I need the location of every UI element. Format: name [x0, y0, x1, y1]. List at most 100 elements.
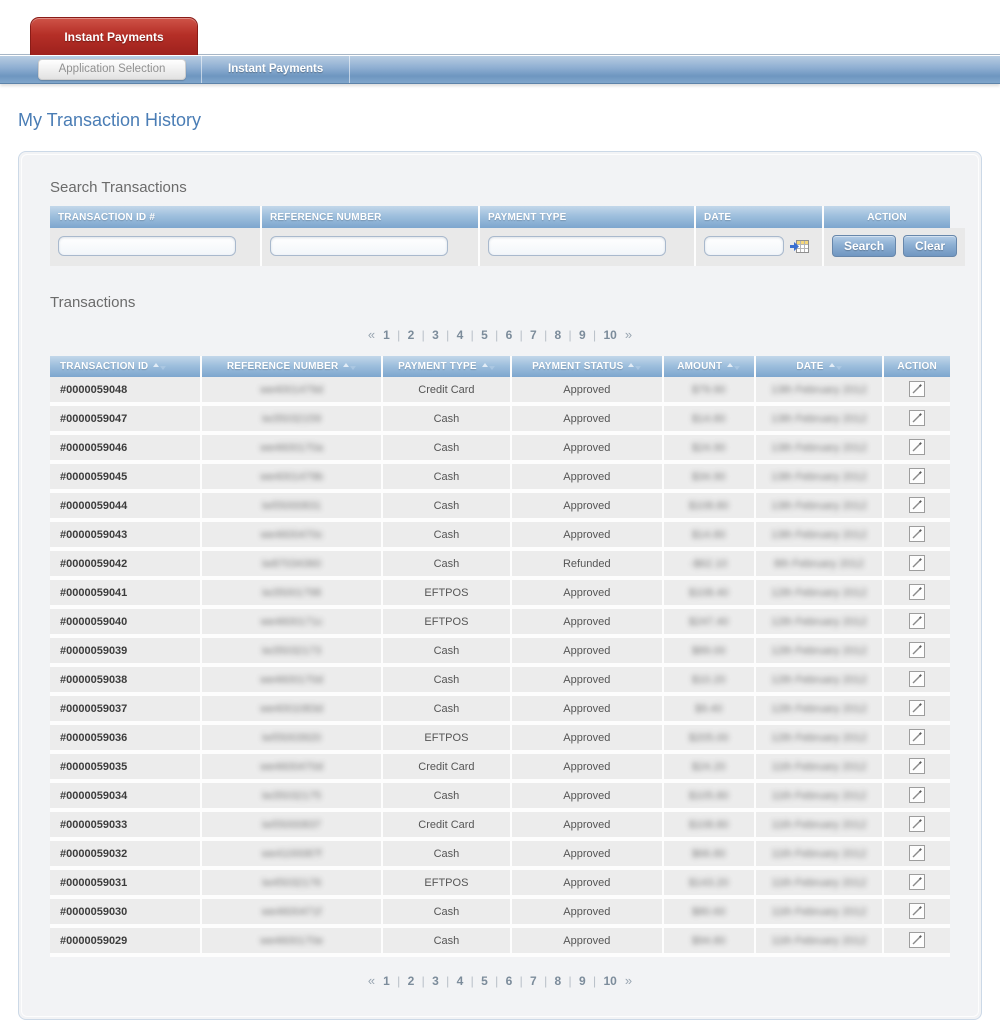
transaction-id-input[interactable] — [58, 236, 236, 256]
page-link-3[interactable]: 3 — [432, 974, 439, 988]
redacted-reference: we4600170e — [260, 935, 323, 947]
edit-transaction-button[interactable] — [909, 758, 925, 774]
cell-reference-number: iw35001798 — [201, 578, 382, 607]
page-link-5[interactable]: 5 — [481, 328, 488, 342]
edit-transaction-button[interactable] — [909, 787, 925, 803]
edit-transaction-button[interactable] — [909, 555, 925, 571]
page-link-2[interactable]: 2 — [408, 974, 415, 988]
page-link-1[interactable]: 1 — [383, 974, 390, 988]
cell-transaction-id: #0000059044 — [50, 491, 201, 520]
edit-transaction-button[interactable] — [909, 381, 925, 397]
cell-payment-status: Approved — [511, 636, 663, 665]
edit-transaction-button[interactable] — [909, 903, 925, 919]
edit-transaction-button[interactable] — [909, 845, 925, 861]
page-link-6[interactable]: 6 — [506, 328, 513, 342]
sort-icon[interactable] — [829, 362, 842, 370]
sort-icon[interactable] — [727, 362, 740, 370]
sort-down-arrow — [836, 366, 842, 370]
app-tab-instant-payments[interactable]: Instant Payments — [30, 17, 198, 55]
cell-transaction-id: #0000059036 — [50, 723, 201, 752]
sort-icon[interactable] — [628, 362, 641, 370]
cell-transaction-id: #0000059045 — [50, 462, 201, 491]
redacted-date: 11th February 2012 — [771, 790, 866, 802]
page-next[interactable]: » — [625, 973, 632, 988]
edit-transaction-button[interactable] — [909, 613, 925, 629]
cell-payment-type: Cash — [382, 839, 511, 868]
page-link-7[interactable]: 7 — [530, 328, 537, 342]
sort-icon[interactable] — [482, 362, 495, 370]
cell-reference-number: iw87034360 — [201, 549, 382, 578]
edit-transaction-button[interactable] — [909, 874, 925, 890]
page-link-10[interactable]: 10 — [604, 974, 617, 988]
cell-action — [883, 723, 950, 752]
page-link-5[interactable]: 5 — [481, 974, 488, 988]
search-button[interactable]: Search — [832, 235, 896, 257]
page-link-7[interactable]: 7 — [530, 974, 537, 988]
edit-transaction-button[interactable] — [909, 526, 925, 542]
edit-transaction-button[interactable] — [909, 468, 925, 484]
page-link-9[interactable]: 9 — [579, 974, 586, 988]
content-panel-inner: Search Transactions TRANSACTION ID # REF… — [21, 154, 979, 1017]
edit-transaction-button[interactable] — [909, 642, 925, 658]
pagination-separator: | — [590, 328, 600, 342]
reference-number-input[interactable] — [270, 236, 448, 256]
page-link-1[interactable]: 1 — [383, 328, 390, 342]
column-header-transaction-id[interactable]: TRANSACTION ID — [50, 356, 201, 377]
column-header-payment-status[interactable]: PAYMENT STATUS — [511, 356, 663, 377]
clear-button[interactable]: Clear — [903, 235, 957, 257]
search-cell-date — [696, 228, 824, 266]
cell-date: 11th February 2012 — [755, 752, 884, 781]
redacted-date: 12th February 2012 — [771, 703, 867, 715]
page-link-10[interactable]: 10 — [604, 328, 617, 342]
pagination-separator: | — [590, 974, 600, 988]
cell-reference-number: we4600171c — [201, 607, 382, 636]
edit-transaction-button[interactable] — [909, 410, 925, 426]
cell-transaction-id: #0000059046 — [50, 433, 201, 462]
page-link-2[interactable]: 2 — [408, 328, 415, 342]
edit-transaction-button[interactable] — [909, 729, 925, 745]
cell-date: 12th February 2012 — [755, 723, 884, 752]
cell-date: 12th February 2012 — [755, 636, 884, 665]
page-link-9[interactable]: 9 — [579, 328, 586, 342]
nav-item-instant-payments[interactable]: Instant Payments — [201, 55, 350, 83]
date-input[interactable] — [704, 236, 784, 256]
redacted-date: 13th February 2012 — [771, 500, 867, 512]
edit-transaction-button[interactable] — [909, 671, 925, 687]
sort-icon[interactable] — [343, 362, 356, 370]
table-row: #0000059047iw35032159CashApproved$14.801… — [50, 404, 950, 433]
edit-transaction-button[interactable] — [909, 932, 925, 948]
column-header-reference-number[interactable]: REFERENCE NUMBER — [201, 356, 382, 377]
edit-transaction-button[interactable] — [909, 816, 925, 832]
sort-icon[interactable] — [153, 362, 166, 370]
page-link-8[interactable]: 8 — [555, 974, 562, 988]
edit-transaction-button[interactable] — [909, 497, 925, 513]
redacted-reference: iw35032175 — [262, 790, 321, 802]
page-link-4[interactable]: 4 — [457, 328, 464, 342]
page-prev[interactable]: « — [368, 973, 375, 988]
cell-date: 8th February 2012 — [755, 549, 884, 578]
edit-transaction-button[interactable] — [909, 439, 925, 455]
table-row: #0000059034iw35032175CashApproved$105.80… — [50, 781, 950, 810]
cell-action — [883, 636, 950, 665]
cell-payment-status: Approved — [511, 607, 663, 636]
page-link-8[interactable]: 8 — [555, 328, 562, 342]
column-header-amount[interactable]: AMOUNT — [663, 356, 755, 377]
payment-type-input[interactable] — [488, 236, 666, 256]
redacted-date: 12th February 2012 — [771, 674, 867, 686]
page-link-4[interactable]: 4 — [457, 974, 464, 988]
cell-amount: $143.20 — [663, 868, 755, 897]
edit-transaction-button[interactable] — [909, 584, 925, 600]
application-selection-button[interactable]: Application Selection — [38, 59, 186, 80]
column-header-date[interactable]: DATE — [755, 356, 884, 377]
table-row: #0000059033iw55000837Credit CardApproved… — [50, 810, 950, 839]
edit-transaction-button[interactable] — [909, 700, 925, 716]
table-row: #0000059045we4001479bCashApproved$34.901… — [50, 462, 950, 491]
page-link-6[interactable]: 6 — [506, 974, 513, 988]
cell-payment-type: EFTPOS — [382, 868, 511, 897]
date-picker-button[interactable] — [790, 239, 810, 254]
page-prev[interactable]: « — [368, 327, 375, 342]
page-next[interactable]: » — [625, 327, 632, 342]
column-header-payment-type[interactable]: PAYMENT TYPE — [382, 356, 511, 377]
cell-action — [883, 926, 950, 955]
page-link-3[interactable]: 3 — [432, 328, 439, 342]
